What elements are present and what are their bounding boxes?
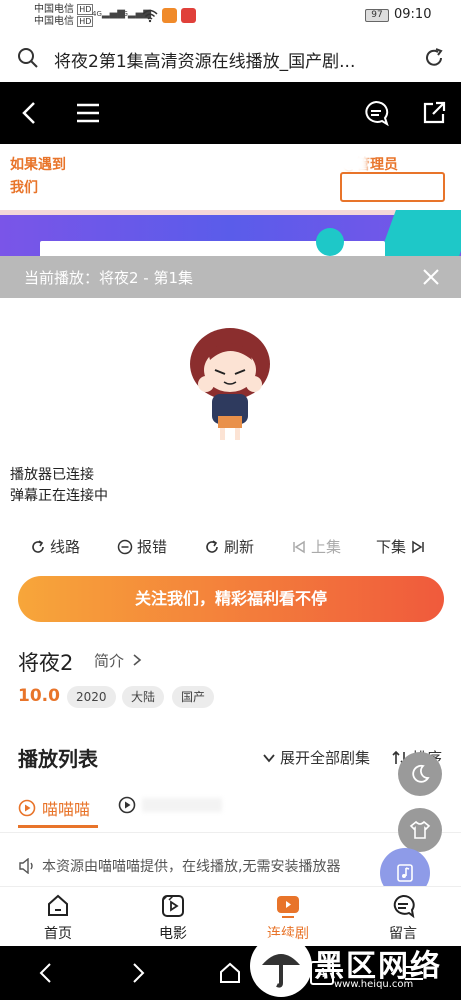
night-mode-button[interactable] <box>398 752 442 796</box>
divider <box>0 832 461 833</box>
expand-label: 展开全部剧集 <box>280 749 371 767</box>
notice-text: 本资源由喵喵喵提供，在线播放,无需安装播放器 <box>42 859 341 875</box>
comment-icon[interactable] <box>362 99 390 127</box>
player-status-connected: 播放器已连接 <box>10 467 94 483</box>
music-note-icon <box>397 864 413 882</box>
film-icon <box>162 895 184 917</box>
minus-circle-icon <box>117 539 133 554</box>
video-player[interactable]: 播放器已连接 弹幕正在连接中 <box>0 298 461 516</box>
source-tab-label: 喵喵喵 <box>42 800 91 819</box>
report-error-button[interactable]: 报错 <box>117 536 167 557</box>
play-circle-icon <box>18 799 36 817</box>
share-icon[interactable] <box>420 99 448 127</box>
route-icon <box>32 539 44 553</box>
forward-icon[interactable] <box>126 961 150 985</box>
notification-icons <box>162 8 196 23</box>
skip-forward-icon <box>412 540 424 553</box>
refresh-button[interactable]: 刷新 <box>204 536 254 557</box>
expand-episodes-button[interactable]: 展开全部剧集 <box>262 747 370 768</box>
chevron-down-icon <box>263 753 275 762</box>
browser-address-bar[interactable]: 将夜2第1集高清资源在线播放_国产剧... <box>0 34 461 82</box>
danmaku-status: 弹幕正在连接中 <box>10 488 108 504</box>
message-icon <box>393 894 415 919</box>
now-playing-bar: 当前播放：将夜2 - 第1集 <box>0 256 461 298</box>
tab-movies[interactable]: 电影 <box>133 893 213 943</box>
back-icon[interactable] <box>34 961 58 985</box>
back-icon[interactable] <box>16 99 44 127</box>
skin-button[interactable] <box>398 808 442 852</box>
tag-region: 大陆 <box>122 686 165 708</box>
page: 中国电信 HD 中国电信 HD 4G▂▄▆ 4G▂▄▆ 97 09:10 将夜2… <box>0 0 461 1000</box>
intro-link[interactable]: 简介 <box>94 650 124 671</box>
carrier-2: 中国电信 HD <box>34 16 94 27</box>
refresh-label: 刷新 <box>224 538 255 556</box>
source-notice: 本资源由喵喵喵提供，在线播放,无需安装播放器 <box>18 856 398 876</box>
tab-home-label: 首页 <box>44 926 72 942</box>
app-notification-icon <box>181 8 196 23</box>
moon-icon <box>412 764 430 783</box>
status-bar: 中国电信 HD 中国电信 HD 4G▂▄▆ 4G▂▄▆ 97 09:10 <box>0 0 461 34</box>
playlist-title: 播放列表 <box>18 747 98 771</box>
prev-episode-button[interactable]: 上集 <box>291 536 341 557</box>
battery-indicator: 97 <box>365 9 389 22</box>
reload-icon[interactable] <box>422 46 446 70</box>
chevron-right-icon[interactable] <box>132 653 142 667</box>
banner-ad[interactable]: 如果遇到 @管理员 我们 <box>0 144 461 262</box>
report-label: 报错 <box>137 538 168 556</box>
next-label: 下集 <box>376 538 407 556</box>
tab-underline <box>18 825 98 828</box>
banner-redaction <box>46 176 336 198</box>
show-title: 将夜2 <box>18 651 74 675</box>
now-playing-label: 当前播放：将夜2 - 第1集 <box>24 269 194 287</box>
source-tab-active[interactable]: 喵喵喵 <box>18 796 90 820</box>
rating-score: 10.0 <box>18 686 60 706</box>
tag-year: 2020 <box>67 686 116 708</box>
speaker-icon <box>19 858 33 874</box>
tag-category: 国产 <box>172 686 215 708</box>
follow-us-button[interactable]: 关注我们，精彩福利看不停 <box>18 576 444 622</box>
watermark: 黑区网络 www.heiqu.com <box>250 935 461 1000</box>
page-title[interactable]: 将夜2第1集高清资源在线播放_国产剧... <box>54 47 409 72</box>
shirt-icon <box>409 820 431 839</box>
tab-movies-label: 电影 <box>159 926 187 942</box>
tab-home[interactable]: 首页 <box>18 893 98 943</box>
watermark-logo-icon <box>250 935 312 997</box>
watermark-url: www.heiqu.com <box>334 979 414 990</box>
route-button[interactable]: 线路 <box>30 536 80 557</box>
route-label: 线路 <box>50 538 81 556</box>
close-icon[interactable] <box>420 266 442 288</box>
browser-nav-bar <box>0 82 461 144</box>
search-icon[interactable] <box>16 46 40 70</box>
next-episode-button[interactable]: 下集 <box>376 536 426 557</box>
banner-art <box>316 228 344 256</box>
banner-button[interactable] <box>340 172 445 202</box>
umbrella-icon <box>262 954 300 988</box>
home-icon <box>48 894 68 916</box>
banner-line-2: 我们 <box>10 180 38 196</box>
carrier-1: 中国电信 HD <box>34 4 94 15</box>
menu-icon[interactable] <box>74 99 102 127</box>
prev-label: 上集 <box>311 538 342 556</box>
play-circle-icon <box>118 796 136 814</box>
loading-mascot-icon <box>190 328 270 440</box>
app-notification-icon <box>162 8 177 23</box>
player-controls: 线路 报错 刷新 上集 下集 <box>0 530 461 562</box>
clock: 09:10 <box>394 7 432 22</box>
banner-art <box>0 210 461 215</box>
home-icon[interactable] <box>218 961 242 985</box>
source-tab-redacted[interactable] <box>118 796 222 814</box>
redacted-label <box>142 798 222 812</box>
wifi-icon <box>142 9 158 23</box>
skip-back-icon <box>293 540 305 553</box>
banner-redaction <box>78 152 368 174</box>
tv-icon <box>277 896 299 918</box>
refresh-icon <box>206 539 218 553</box>
